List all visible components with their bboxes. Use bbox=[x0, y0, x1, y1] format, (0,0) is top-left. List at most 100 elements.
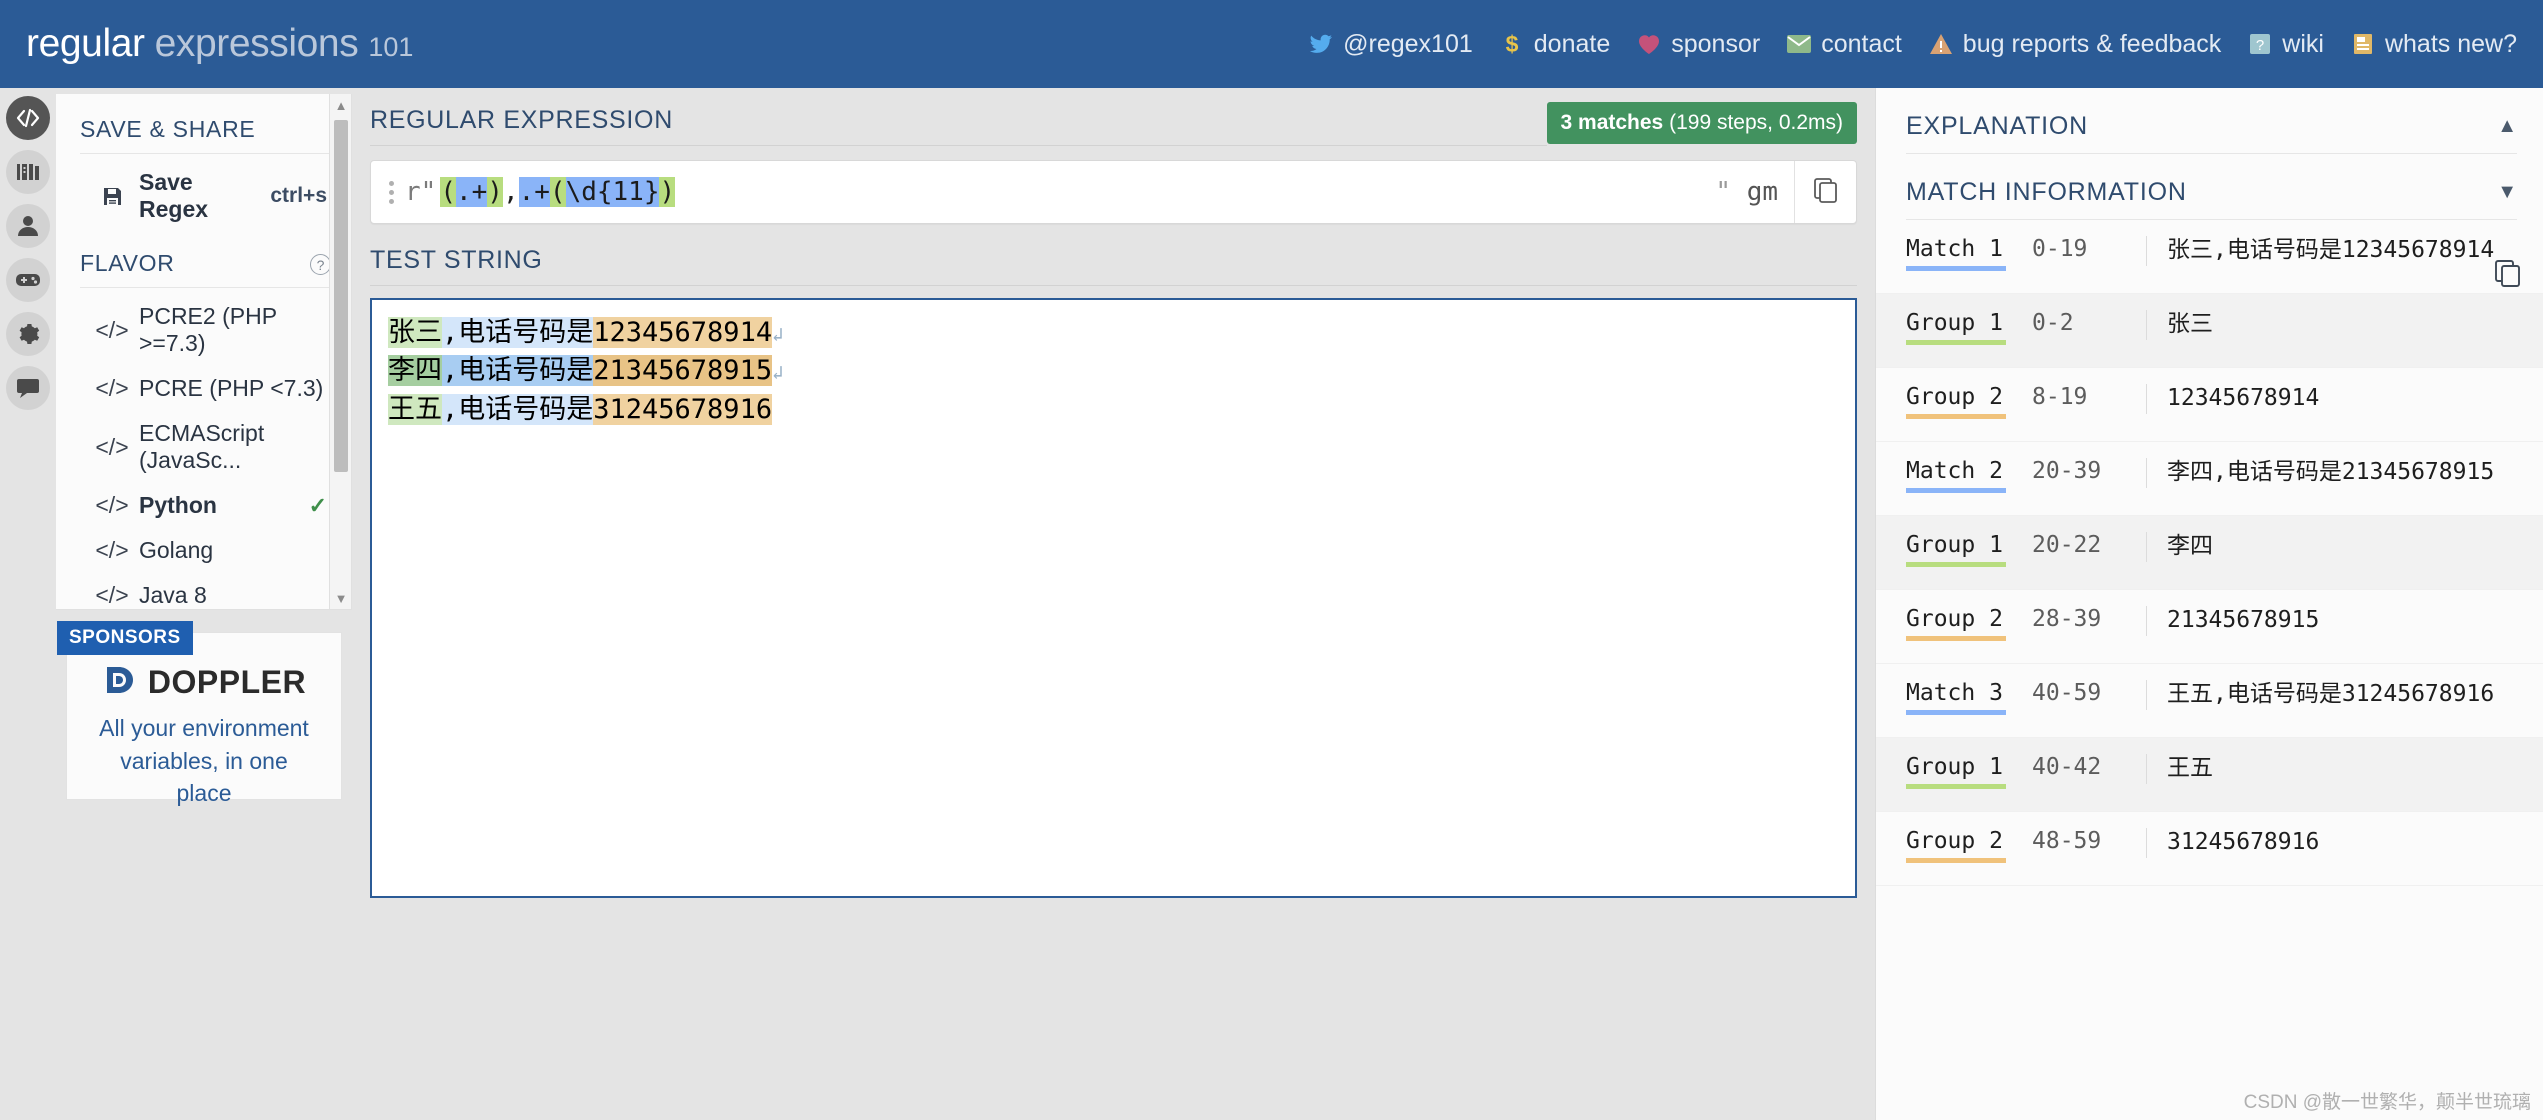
code-tag-icon: </> bbox=[95, 537, 129, 563]
dollar-icon: $ bbox=[1499, 31, 1525, 57]
scrollbar-thumb[interactable] bbox=[334, 120, 348, 472]
group-value: 李四 bbox=[2146, 532, 2525, 562]
flavor-label: Java 8 bbox=[139, 582, 207, 608]
warning-icon bbox=[1928, 31, 1954, 57]
scroll-down-icon[interactable]: ▼ bbox=[330, 587, 351, 609]
group-label-cell: Group 1 bbox=[1906, 532, 2014, 573]
group1-underline bbox=[1906, 562, 2006, 567]
match-underline bbox=[1906, 266, 2006, 271]
flags-text: gm bbox=[1746, 177, 1778, 207]
nav-donate[interactable]: $ donate bbox=[1499, 30, 1610, 59]
group2-underline bbox=[1906, 858, 2006, 863]
regex-pattern-input[interactable]: (.+),.+(\d{11}) bbox=[440, 177, 1715, 207]
doppler-name: DOPPLER bbox=[147, 664, 307, 700]
table-row[interactable]: Match 1 0-19 张三,电话号码是12345678914 bbox=[1876, 220, 2543, 294]
table-row[interactable]: Match 2 20-39 李四,电话号码是21345678915 bbox=[1876, 442, 2543, 516]
nav-wiki[interactable]: ? wiki bbox=[2247, 30, 2324, 59]
divider bbox=[80, 153, 331, 154]
regex-token: ) bbox=[659, 177, 676, 207]
regex-token: , bbox=[502, 177, 519, 207]
sidebar-scrollbar[interactable]: ▲ ▼ bbox=[329, 94, 351, 609]
nav-whats-new[interactable]: whats new? bbox=[2350, 30, 2517, 59]
divider bbox=[80, 287, 331, 288]
group-label: Group 2 bbox=[1906, 606, 2003, 632]
group-value: 21345678915 bbox=[2146, 606, 2525, 636]
flags-quote: " bbox=[1715, 177, 1732, 207]
sponsor-card[interactable]: SPONSORS DOPPLER All your environment va… bbox=[57, 621, 342, 806]
table-row[interactable]: Group 1 0-2 张三 bbox=[1876, 294, 2543, 368]
flavor-item-java8[interactable]: </> Java 8 bbox=[80, 573, 331, 609]
heart-icon bbox=[1636, 31, 1662, 57]
table-row[interactable]: Group 1 20-22 李四 bbox=[1876, 516, 2543, 590]
rail-button-settings[interactable] bbox=[6, 312, 50, 356]
flavor-item-pcre[interactable]: </> PCRE (PHP <7.3) bbox=[80, 366, 331, 411]
group-label-cell: Group 2 bbox=[1906, 606, 2014, 647]
nav-contact[interactable]: contact bbox=[1786, 30, 1902, 59]
match-range: 0-19 bbox=[2032, 236, 2088, 262]
flavor-item-python[interactable]: </> Python ✓ bbox=[80, 483, 331, 528]
code-tag-icon: </> bbox=[95, 492, 129, 518]
flavor-help-icon[interactable]: ? bbox=[310, 254, 331, 275]
save-regex-button[interactable]: Save Regex ctrl+s bbox=[80, 160, 331, 232]
site-logo[interactable]: regular expressions 101 bbox=[26, 22, 413, 66]
check-icon: ✓ bbox=[308, 492, 327, 518]
regex-token: ) bbox=[487, 177, 503, 207]
table-row[interactable]: Group 2 48-59 31245678916 bbox=[1876, 812, 2543, 886]
match-count-badge: 3 matches (199 steps, 0.2ms) bbox=[1546, 102, 1857, 144]
match-information-section-header[interactable]: MATCH INFORMATION ▼ bbox=[1876, 154, 2543, 219]
group-label-cell: Group 1 bbox=[1906, 754, 2014, 795]
nav-donate-label: donate bbox=[1533, 29, 1611, 58]
copy-match-information-button[interactable] bbox=[2491, 258, 2525, 292]
copy-regex-button[interactable] bbox=[1794, 161, 1856, 223]
match-group2-highlight: 21345678915 bbox=[593, 355, 773, 387]
twitter-icon bbox=[1308, 31, 1334, 57]
chevron-up-icon[interactable]: ▲ bbox=[2497, 115, 2517, 138]
match-group1-highlight: 张三 bbox=[388, 317, 442, 348]
sponsor-tagline: All your environment variables, in one p… bbox=[99, 715, 309, 807]
save-regex-label: Save Regex bbox=[139, 169, 209, 222]
library-icon bbox=[16, 161, 40, 183]
test-string-editor[interactable]: 张三,电话号码是12345678914↲ 李四,电话号码是21345678915… bbox=[370, 298, 1857, 898]
match-group1-highlight: 王五 bbox=[388, 393, 442, 425]
rail-button-code[interactable] bbox=[6, 96, 50, 140]
save-regex-shortcut: ctrl+s bbox=[270, 184, 327, 207]
copy-icon bbox=[2494, 259, 2522, 292]
flavor-item-ecmascript[interactable]: </> ECMAScript (JavaSc... bbox=[80, 411, 331, 483]
nav-sponsor[interactable]: sponsor bbox=[1636, 30, 1760, 59]
regex-input-box[interactable]: r" (.+),.+(\d{11}) " gm bbox=[370, 160, 1857, 224]
explanation-section-header[interactable]: EXPLANATION ▲ bbox=[1876, 88, 2543, 153]
flavor-item-golang[interactable]: </> Golang bbox=[80, 528, 331, 573]
flavor-item-pcre2[interactable]: </> PCRE2 (PHP >=7.3) bbox=[80, 294, 331, 366]
group-label-cell: Group 2 bbox=[1906, 828, 2014, 869]
regex-flags[interactable]: " gm bbox=[1715, 177, 1794, 207]
nav-twitter[interactable]: @regex101 bbox=[1308, 30, 1473, 59]
sidebar-scroll-region: SAVE & SHARE Save Regex ctrl+s FLAVOR ? bbox=[56, 94, 352, 610]
newline-marker-icon: ↲ bbox=[772, 324, 784, 346]
group-label: Group 1 bbox=[1906, 754, 2003, 780]
scroll-up-icon[interactable]: ▲ bbox=[330, 94, 351, 116]
chat-icon bbox=[16, 377, 40, 399]
table-row[interactable]: Group 2 28-39 21345678915 bbox=[1876, 590, 2543, 664]
match-label-cell: Match 2 bbox=[1906, 458, 2014, 499]
flavor-label: PCRE2 (PHP >=7.3) bbox=[139, 303, 277, 356]
group2-underline bbox=[1906, 636, 2006, 641]
chevron-down-icon[interactable]: ▼ bbox=[2497, 181, 2517, 204]
regex-token: ( bbox=[440, 177, 456, 207]
regex-drag-handle-icon[interactable] bbox=[371, 180, 405, 204]
brand-101: 101 bbox=[368, 32, 414, 62]
rail-button-library[interactable] bbox=[6, 150, 50, 194]
group2-underline bbox=[1906, 414, 2006, 419]
table-row[interactable]: Group 1 40-42 王五 bbox=[1876, 738, 2543, 812]
rail-button-account[interactable] bbox=[6, 204, 50, 248]
nav-bug-reports[interactable]: bug reports & feedback bbox=[1928, 30, 2221, 59]
divider bbox=[370, 285, 1857, 286]
group-value: 31245678916 bbox=[2146, 828, 2525, 858]
newline-marker-icon: ↲ bbox=[772, 362, 784, 385]
table-row[interactable]: Match 3 40-59 王五,电话号码是31245678916 bbox=[1876, 664, 2543, 738]
match-range: 40-59 bbox=[2032, 680, 2102, 706]
rail-button-gamepad[interactable] bbox=[6, 258, 50, 302]
table-row[interactable]: Group 2 8-19 12345678914 bbox=[1876, 368, 2543, 442]
flavor-label: ECMAScript (JavaSc... bbox=[139, 420, 265, 473]
rail-button-chat[interactable] bbox=[6, 366, 50, 410]
test-string-title: TEST STRING bbox=[370, 246, 543, 274]
